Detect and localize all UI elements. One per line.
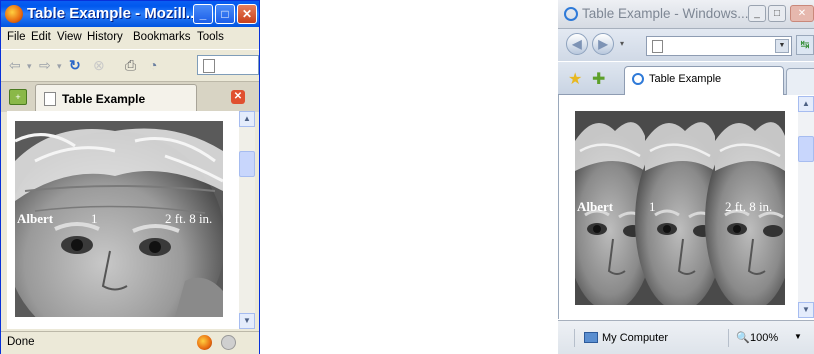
close-button[interactable]: ✕ [790,5,814,22]
vertical-scrollbar[interactable]: ▲ ▼ [239,111,255,329]
back-icon[interactable]: ⇦ [9,57,21,74]
ie-logo-icon [564,7,578,21]
title-bar[interactable]: Table Example - Mozill... _ □ ✕ [1,1,259,27]
tab-close-icon[interactable]: ✕ [231,90,245,104]
recent-pages-dropdown-icon[interactable]: ▾ [620,39,624,48]
status-separator [574,329,575,347]
print-icon[interactable]: ⎙ [125,57,136,74]
zoom-dropdown-icon[interactable]: ▼ [794,332,802,341]
cell-number: 1 [91,211,98,226]
menu-file[interactable]: File [7,31,26,43]
menu-history[interactable]: History [87,31,123,43]
menu-edit[interactable]: Edit [31,31,51,43]
back-dropdown-icon[interactable]: ▾ [27,61,32,72]
menu-tools[interactable]: Tools [197,31,224,43]
reload-icon[interactable]: ↻ [69,57,81,74]
menu-bar: File Edit View History Bookmarks Tools [1,28,259,48]
forward-icon[interactable]: ⇨ [39,57,51,74]
maximize-button[interactable]: □ [768,5,786,22]
close-button[interactable]: ✕ [237,4,257,24]
new-tab-icon[interactable]: + [9,89,27,105]
zoom-icon[interactable]: 🔍 [736,331,750,344]
back-icon[interactable]: ◀ [566,33,588,55]
page-content: Albert 1 2 ft. 8 in. [7,111,239,329]
cell-number: 1 [649,199,656,214]
forward-icon[interactable]: ▶ [592,33,614,55]
scroll-thumb[interactable] [239,151,255,177]
security-icon [221,335,236,350]
scroll-up-icon[interactable]: ▲ [798,96,814,112]
new-tab[interactable] [786,68,814,95]
scroll-down-icon[interactable]: ▼ [239,313,255,329]
favorites-star-icon[interactable]: ★ [568,69,582,89]
ie-window: Table Example - Windows... _ □ ✕ ◀ ▶ ▾ ▼… [558,0,814,354]
cell-height: 2 ft. 8 in. [725,199,773,214]
scroll-down-icon[interactable]: ▼ [798,302,814,318]
firebug-icon[interactable] [197,335,212,350]
status-bar: Done [1,331,259,354]
address-bar[interactable]: ▼ [646,36,792,56]
navigation-toolbar: ⇦ ▾ ⇨ ▾ ↻ ⊗ ⎙ ◔ [1,49,259,80]
add-favorites-icon[interactable]: ✚ [592,69,605,89]
stop-icon[interactable]: ⊗ [93,57,105,74]
minimize-button[interactable]: _ [748,5,766,22]
forward-dropdown-icon[interactable]: ▾ [57,61,62,72]
tab-label: Table Example [62,92,146,106]
firefox-logo-icon [5,5,23,23]
document-icon [44,92,56,106]
ie-logo-icon [632,73,644,85]
tab-table-example[interactable]: Table Example [35,84,197,112]
security-zone: My Computer [602,332,669,344]
document-icon [652,40,663,53]
window-title: Table Example - Windows... [582,6,749,21]
scroll-thumb[interactable] [798,136,814,162]
window-title: Table Example - Mozill... [27,5,199,22]
cell-name: Albert [17,211,54,226]
vertical-scrollbar[interactable]: ▲ ▼ [798,96,814,318]
status-bar: My Computer 🔍 100% ▼ [558,320,814,354]
tab-table-example[interactable]: Table Example [624,66,784,95]
tab-strip: + Table Example ✕ [1,81,259,112]
menu-view[interactable]: View [57,31,82,43]
page-content: Albert 1 2 ft. 8 in. [558,95,814,319]
minimize-button[interactable]: _ [193,4,213,24]
maximize-button[interactable]: □ [215,4,235,24]
dropdown-icon[interactable]: ▼ [775,39,789,53]
status-text: Done [7,336,35,348]
menu-bookmarks[interactable]: Bookmarks [133,31,191,43]
history-icon[interactable]: ◔ [149,57,157,73]
tab-label: Table Example [649,73,722,85]
navigation-bar: ◀ ▶ ▾ ▼ ↹ [558,29,814,61]
firefox-window: Table Example - Mozill... _ □ ✕ File Edi… [0,0,260,354]
status-separator [728,329,729,347]
scroll-up-icon[interactable]: ▲ [239,111,255,127]
title-bar[interactable]: Table Example - Windows... _ □ ✕ [558,0,814,29]
zoom-level[interactable]: 100% [750,332,778,344]
refresh-icon[interactable]: ↹ [796,35,814,55]
cell-name: Albert [577,199,614,214]
cell-height: 2 ft. 8 in. [165,211,213,226]
document-icon [203,59,215,73]
tab-bar: ★ ✚ Table Example [558,62,814,95]
url-bar[interactable] [197,55,259,75]
computer-icon [584,332,598,343]
